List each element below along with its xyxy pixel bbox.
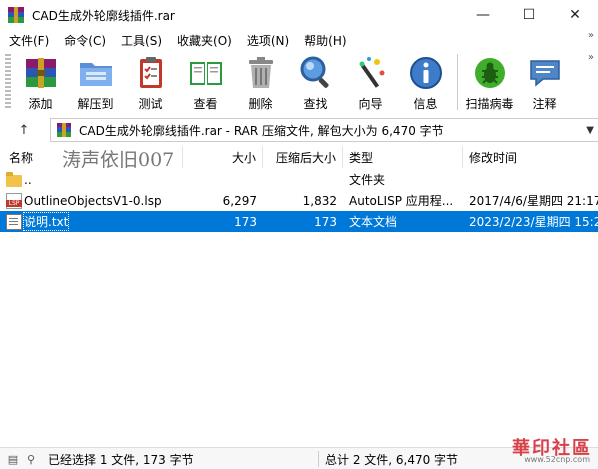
drive-icon[interactable]: ▤: [6, 452, 20, 466]
view-button[interactable]: 查看: [178, 50, 233, 114]
file-name: ..: [24, 172, 32, 187]
wand-icon: [351, 54, 391, 92]
toolbar-separator: [457, 54, 458, 110]
file-list: .. 文件夹 OutlineObjectsV1-0.lsp 6,297 1,83…: [0, 168, 598, 428]
column-modified[interactable]: 修改时间: [463, 146, 598, 168]
file-modified: 2017/4/6/星期四 21:17: [469, 194, 598, 208]
comment-button[interactable]: 注释: [517, 50, 572, 114]
menu-overflow-icon[interactable]: »: [588, 30, 594, 41]
status-separator: [318, 451, 319, 467]
menu-tools[interactable]: 工具(S): [112, 32, 168, 49]
file-row-parent[interactable]: .. 文件夹: [0, 169, 598, 190]
test-button[interactable]: 测试: [123, 50, 178, 114]
file-size: 173: [234, 214, 257, 229]
file-packed-size: [263, 169, 337, 190]
status-total: 总计 2 文件, 6,470 字节: [325, 452, 459, 467]
file-row-txt[interactable]: 说明.txt 173 173 文本文档 2023/2/23/星期四 15:2: [0, 211, 598, 232]
window-title: CAD生成外轮廓线插件.rar: [32, 8, 175, 23]
extract-to-button[interactable]: 解压到: [68, 50, 123, 114]
toolbar: 添加 解压到 测试 查看 删除 查找 向导 信息 扫描病毒 注释 »: [0, 50, 598, 114]
address-field[interactable]: CAD生成外轮廓线插件.rar - RAR 压缩文件, 解包大小为 6,470 …: [50, 118, 598, 142]
file-modified: [469, 169, 598, 190]
column-packed-size[interactable]: 压缩后大小: [263, 146, 343, 168]
bug-scan-icon: [470, 54, 510, 92]
chevron-down-icon[interactable]: ▼: [586, 119, 594, 141]
folder-icon: [6, 171, 22, 187]
file-modified: 2023/2/23/星期四 15:2: [469, 215, 598, 229]
file-type: 文件夹: [349, 173, 386, 187]
delete-button[interactable]: 删除: [233, 50, 288, 114]
menu-bar: 文件(F) 命令(C) 工具(S) 收藏夹(O) 选项(N) 帮助(H) »: [0, 30, 598, 50]
clipboard-check-icon: [131, 54, 171, 92]
find-button[interactable]: 查找: [288, 50, 343, 114]
menu-options[interactable]: 选项(N): [238, 32, 295, 49]
toolbar-grip[interactable]: [5, 54, 11, 110]
address-text: CAD生成外轮廓线插件.rar - RAR 压缩文件, 解包大小为 6,470 …: [79, 123, 444, 138]
info-icon: [406, 54, 446, 92]
menu-command[interactable]: 命令(C): [55, 32, 112, 49]
column-type[interactable]: 类型: [343, 146, 463, 168]
file-name: OutlineObjectsV1-0.lsp: [24, 193, 162, 208]
text-file-icon: [6, 213, 22, 230]
status-selection: 已经选择 1 文件, 173 字节: [48, 452, 194, 467]
file-size: 6,297: [222, 193, 257, 208]
toolbar-overflow-icon[interactable]: »: [588, 52, 594, 63]
trash-icon: [241, 54, 281, 92]
open-book-icon: [186, 54, 226, 92]
winrar-app-icon: [8, 7, 24, 23]
file-name: 说明.txt: [22, 212, 70, 231]
books-icon: [21, 54, 61, 92]
column-size[interactable]: 大小: [183, 146, 263, 168]
menu-file[interactable]: 文件(F): [0, 32, 55, 49]
file-packed-size: 1,832: [302, 193, 337, 208]
file-row-lsp[interactable]: OutlineObjectsV1-0.lsp 6,297 1,832 AutoL…: [0, 190, 598, 211]
lsp-file-icon: [6, 192, 22, 209]
magnifier-icon: [296, 54, 336, 92]
scan-virus-button[interactable]: 扫描病毒: [462, 50, 517, 114]
archive-icon: [57, 123, 71, 137]
file-type: AutoLISP 应用程...: [349, 194, 454, 208]
menu-help[interactable]: 帮助(H): [295, 32, 352, 49]
brand-url: www.52cnp.com: [524, 455, 590, 464]
comment-icon: [525, 54, 565, 92]
close-button[interactable]: ✕: [552, 0, 598, 30]
file-size: [183, 169, 257, 190]
file-type: 文本文档: [349, 215, 398, 229]
maximize-button[interactable]: ☐: [506, 0, 552, 30]
status-bar: ▤ ⚲ 已经选择 1 文件, 173 字节 总计 2 文件, 6,470 字节: [0, 447, 598, 469]
up-arrow-icon[interactable]: ↑: [12, 118, 36, 142]
folder-extract-icon: [76, 54, 116, 92]
file-packed-size: 173: [314, 214, 337, 229]
key-icon[interactable]: ⚲: [24, 452, 38, 466]
add-button[interactable]: 添加: [13, 50, 68, 114]
minimize-button[interactable]: —: [460, 0, 506, 30]
info-button[interactable]: 信息: [398, 50, 453, 114]
menu-favorites[interactable]: 收藏夹(O): [168, 32, 238, 49]
title-bar: CAD生成外轮廓线插件.rar — ☐ ✕: [0, 0, 598, 30]
address-bar: ↑ CAD生成外轮廓线插件.rar - RAR 压缩文件, 解包大小为 6,47…: [0, 116, 598, 144]
wizard-button[interactable]: 向导: [343, 50, 398, 114]
